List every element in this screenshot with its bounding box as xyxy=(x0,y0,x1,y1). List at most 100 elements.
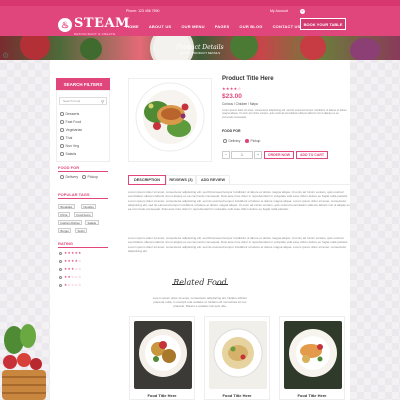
related-description: Lorem ipsum dolor sit amet, consectetur … xyxy=(152,296,248,309)
radio-icon[interactable] xyxy=(60,128,64,132)
radio-icon[interactable] xyxy=(59,267,62,271)
star-icon: ★★★★★ xyxy=(64,251,82,255)
logo-icon: ♨ xyxy=(58,18,72,32)
product-description: Lorem ipsum dolor sit amet, consectetur … xyxy=(222,109,347,119)
radio-icon[interactable] xyxy=(59,251,62,255)
pickup-option[interactable]: Pickup xyxy=(82,175,98,179)
option-label: Pickup xyxy=(87,175,99,179)
cart-count[interactable]: 0 xyxy=(300,9,305,14)
quantity-input[interactable]: 1 xyxy=(231,151,253,159)
radio-icon[interactable] xyxy=(82,175,86,179)
breadcrumb[interactable]: HOME > PRODUCT DETAILS xyxy=(0,51,400,55)
search-input[interactable]: Search Food ⚲ xyxy=(59,97,107,105)
tag-chip[interactable]: Pizza xyxy=(58,212,70,217)
logo-text: STEAM xyxy=(74,16,130,31)
product-rating: ★★★★☆ xyxy=(222,86,242,91)
food-image[interactable] xyxy=(209,321,267,389)
account-link[interactable]: My Account xyxy=(270,9,288,13)
product-title: Product Title Here xyxy=(222,76,274,82)
radio-icon[interactable] xyxy=(60,136,64,140)
description-paragraph: Lorem ipsum dolor sit amet, consectetur … xyxy=(128,190,350,212)
tag-chip[interactable]: Breakfast xyxy=(58,204,75,209)
tag-chip[interactable]: Sushi xyxy=(75,228,87,233)
related-title: Related Food xyxy=(173,278,227,287)
star-icon: ★★★☆☆ xyxy=(64,267,82,271)
nav-home[interactable]: HOME xyxy=(126,24,139,29)
category-option[interactable]: Fast Food xyxy=(60,120,81,124)
radio-icon[interactable] xyxy=(223,139,227,143)
tag-chip[interactable]: Fashion Dishes xyxy=(58,220,83,225)
divider xyxy=(216,284,228,285)
vegetable-basket-image xyxy=(2,324,46,400)
food-title[interactable]: Food Title Here xyxy=(205,393,269,399)
category-option[interactable]: Vegetarian xyxy=(60,128,82,132)
product-categories: Curious / Chicken / Maya xyxy=(222,102,258,106)
search-filters-header: SEARCH FILTERS xyxy=(56,78,110,90)
nav-blog[interactable]: OUR BLOG xyxy=(239,24,262,29)
divider xyxy=(58,247,108,248)
food-title[interactable]: Food Title Here xyxy=(280,393,344,399)
pickup-option[interactable]: Pickup xyxy=(245,139,260,143)
divider xyxy=(58,171,108,172)
category-label: Salads xyxy=(65,152,77,156)
food-card[interactable]: Food Title Here xyxy=(204,316,270,400)
category-option[interactable]: Thai xyxy=(60,136,72,140)
logo[interactable]: ♨ STEAM RESTAURANT & CREATE xyxy=(58,15,130,36)
book-table-button[interactable]: BOOK YOUR TABLE xyxy=(300,18,346,30)
category-label: Non Veg xyxy=(65,144,79,148)
radio-icon[interactable] xyxy=(60,152,64,156)
nav-about[interactable]: ABOUT US xyxy=(149,24,172,29)
star-icon: ★★★★☆ xyxy=(64,259,82,263)
option-label: Pickup xyxy=(250,139,261,143)
nav-contact[interactable]: CONTACT US xyxy=(273,24,301,29)
food-card[interactable]: Food Title Here xyxy=(129,316,195,400)
rating-option[interactable]: ★★★★☆ xyxy=(59,259,82,263)
popular-tags-title: POPULAR TAGS xyxy=(58,192,90,197)
tag-chip[interactable]: Food Items xyxy=(74,212,93,217)
nav-pages[interactable]: PAGES xyxy=(215,24,230,29)
category-label: Thai xyxy=(65,136,73,140)
tag-chip[interactable]: Burger xyxy=(58,228,72,233)
tab-reviews[interactable]: REVIEWS (3) xyxy=(166,175,196,185)
qty-minus-button[interactable]: − xyxy=(222,151,230,159)
description-paragraph: Lorem ipsum dolor sit amet, consectetur … xyxy=(128,236,349,253)
nav-menu[interactable]: OUR MENU xyxy=(181,24,204,29)
tab-add-review[interactable]: ADD REVIEW xyxy=(196,175,230,185)
category-label: Desserts xyxy=(65,112,80,116)
order-now-button[interactable]: ORDER NOW xyxy=(264,151,294,159)
food-title[interactable]: Food Title Here xyxy=(130,393,194,399)
radio-icon[interactable] xyxy=(60,175,64,179)
food-image[interactable] xyxy=(134,321,192,389)
add-to-cart-button[interactable]: ADD TO CART xyxy=(296,151,328,159)
product-price: $23.00 xyxy=(222,93,242,100)
gear-icon[interactable]: ⚙ xyxy=(2,52,10,60)
product-image[interactable] xyxy=(135,82,205,152)
food-card[interactable]: Food Title Here xyxy=(279,316,345,400)
main-nav: HOME ABOUT US OUR MENU PAGES OUR BLOG CO… xyxy=(126,24,301,29)
tab-description[interactable]: DESCRIPTION xyxy=(128,175,166,185)
category-option[interactable]: Salads xyxy=(60,152,76,156)
option-label: Delivery xyxy=(65,175,79,179)
delivery-option[interactable]: Delivery xyxy=(60,175,78,179)
radio-icon[interactable] xyxy=(60,120,64,124)
rating-option[interactable]: ★★★★★ xyxy=(59,251,82,255)
category-label: Vegetarian xyxy=(65,128,83,132)
rating-option[interactable]: ★★★☆☆ xyxy=(59,267,82,271)
search-icon[interactable]: ⚲ xyxy=(101,99,104,104)
radio-icon[interactable] xyxy=(245,139,249,143)
delivery-option[interactable]: Delivery xyxy=(223,139,240,143)
radio-icon[interactable] xyxy=(60,112,64,116)
page-title: Product Details xyxy=(176,44,224,51)
category-option[interactable]: Desserts xyxy=(60,112,79,116)
tag-chip[interactable]: Salads xyxy=(85,220,99,225)
category-option[interactable]: Non Veg xyxy=(60,144,79,148)
radio-icon[interactable] xyxy=(59,259,62,263)
food-for-title: FOOD FOR xyxy=(58,165,80,170)
radio-icon[interactable] xyxy=(60,144,64,148)
food-for-label: FOOD FOR xyxy=(222,129,241,133)
qty-plus-button[interactable]: + xyxy=(254,151,262,159)
food-image[interactable] xyxy=(284,321,342,389)
search-placeholder: Search Food xyxy=(63,99,81,103)
phone-number: Phone: 123 456 7890 xyxy=(126,9,160,13)
tag-chip[interactable]: Noodles xyxy=(81,204,97,209)
